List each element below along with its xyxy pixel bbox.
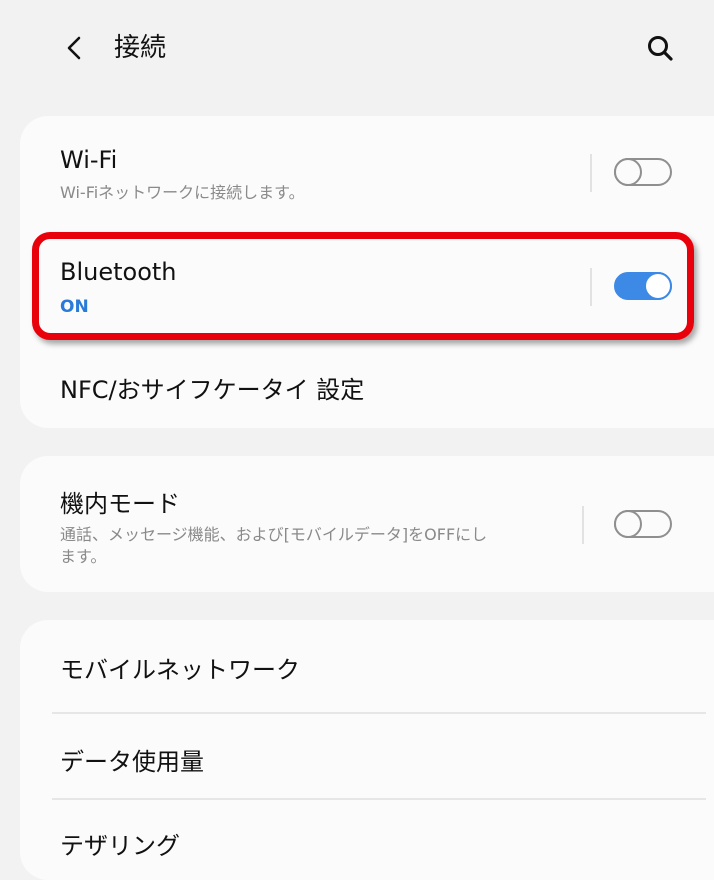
- bluetooth-toggle[interactable]: [614, 272, 672, 300]
- airplane-row[interactable]: 機内モード 通話、メッセージ機能、および[モバイルデータ]をOFFにし ます。: [20, 456, 714, 592]
- search-button[interactable]: [640, 28, 680, 68]
- airplane-subtitle-line1: 通話、メッセージ機能、および[モバイルデータ]をOFFにし: [60, 525, 488, 544]
- data-usage-row[interactable]: データ使用量: [20, 714, 714, 798]
- toggle-knob: [614, 158, 642, 186]
- tethering-row[interactable]: テザリング: [20, 800, 714, 880]
- nfc-row[interactable]: NFC/おサイフケータイ 設定: [20, 342, 714, 422]
- airplane-divider: [582, 506, 584, 544]
- search-icon: [648, 36, 673, 61]
- data-usage-title: データ使用量: [60, 748, 204, 776]
- wifi-title: Wi-Fi: [60, 146, 118, 174]
- airplane-subtitle-line2: ます。: [60, 547, 107, 566]
- nfc-title: NFC/おサイフケータイ 設定: [60, 376, 365, 404]
- page-title: 接続: [114, 33, 167, 63]
- bluetooth-title: Bluetooth: [60, 258, 177, 286]
- app-header: 接続: [0, 0, 714, 96]
- airplane-card: 機内モード 通話、メッセージ機能、および[モバイルデータ]をOFFにし ます。: [20, 456, 714, 592]
- connections-card: Wi-Fi Wi-Fiネットワークに接続します。 Bluetooth ON NF…: [20, 116, 714, 428]
- chevron-left-icon: [67, 36, 81, 60]
- wifi-toggle[interactable]: [614, 158, 672, 186]
- tethering-title: テザリング: [60, 832, 180, 860]
- wifi-row[interactable]: Wi-Fi Wi-Fiネットワークに接続します。: [20, 116, 714, 216]
- mobile-network-row[interactable]: モバイルネットワーク: [20, 620, 714, 712]
- toggle-knob: [614, 510, 642, 538]
- bluetooth-divider: [590, 268, 592, 306]
- wifi-subtitle: Wi-Fiネットワークに接続します。: [60, 183, 305, 202]
- mobile-network-title: モバイルネットワーク: [60, 656, 300, 684]
- toggle-knob: [644, 272, 672, 300]
- wifi-divider: [590, 154, 592, 192]
- back-button[interactable]: [54, 28, 94, 68]
- bluetooth-row[interactable]: Bluetooth ON: [20, 232, 714, 336]
- airplane-title: 機内モード: [60, 490, 180, 518]
- bluetooth-status: ON: [60, 297, 89, 317]
- airplane-toggle[interactable]: [614, 510, 672, 538]
- network-card: モバイルネットワーク データ使用量 テザリング: [20, 620, 714, 880]
